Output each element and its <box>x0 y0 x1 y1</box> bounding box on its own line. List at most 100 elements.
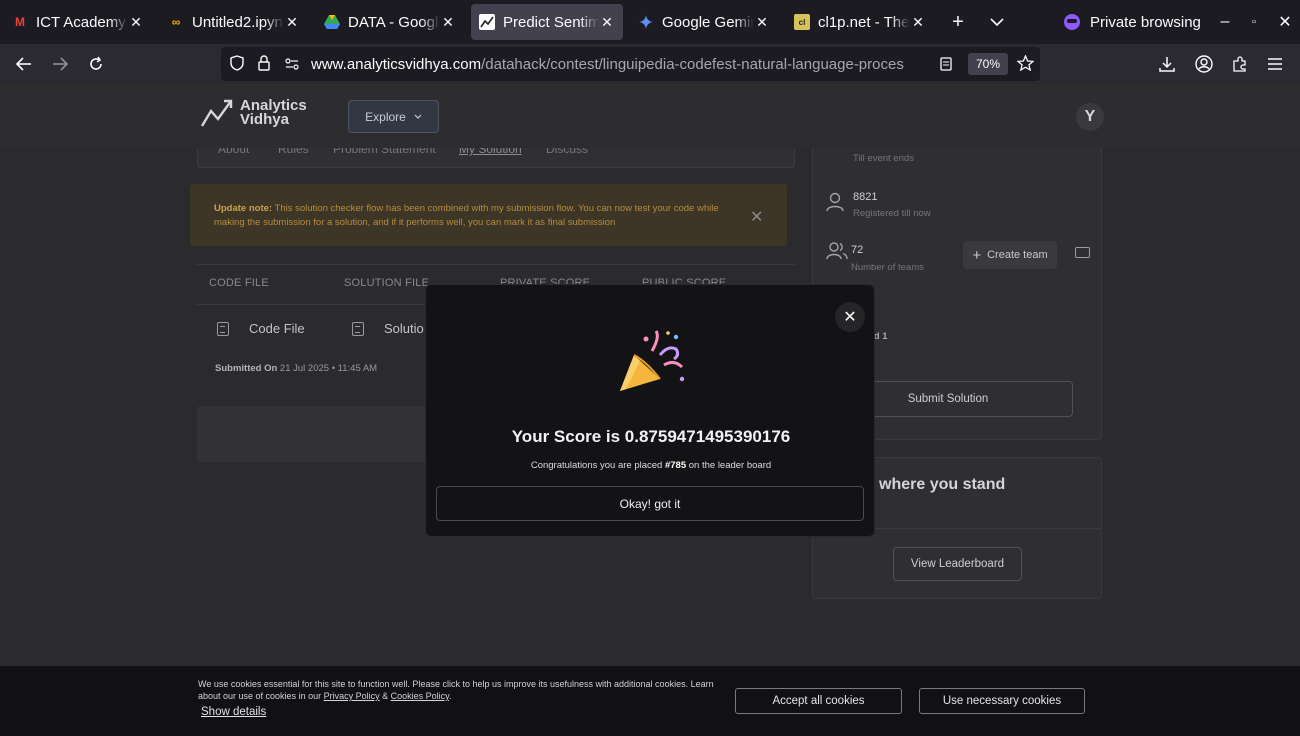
maximize-window-icon[interactable]: ▫ <box>1242 10 1266 34</box>
leaderboard-rank: #785 <box>664 460 687 471</box>
site-header: Analytics Vidhya Explore Y <box>0 84 1300 148</box>
browser-tab[interactable]: M ICT Academy of ✕ <box>4 4 152 40</box>
browser-tab-active[interactable]: Predict Sentime ✕ <box>471 4 623 40</box>
new-tab-plus-icon[interactable]: + <box>946 10 970 34</box>
web-page: About Rules Problem Statement My Solutio… <box>0 84 1300 736</box>
close-window-icon[interactable]: ✕ <box>1273 10 1297 34</box>
plus-icon: + <box>972 246 982 264</box>
user-avatar[interactable]: Y <box>1076 103 1104 131</box>
submitted-time: 11:45 AM <box>337 363 378 374</box>
tracking-shield-icon[interactable] <box>230 55 244 76</box>
document-icon <box>217 321 229 336</box>
view-leaderboard-button[interactable]: View Leaderboard <box>893 547 1022 581</box>
update-note-label: Update note: <box>214 203 273 214</box>
extensions-puzzle-icon[interactable] <box>1228 52 1252 76</box>
users-group-icon <box>825 242 849 262</box>
url-path: /datahack/contest/linguipedia-codefest-n… <box>481 56 904 73</box>
forward-arrow-icon[interactable] <box>48 52 72 76</box>
drive-icon <box>324 14 340 30</box>
tab-title: ICT Academy of <box>36 13 128 31</box>
close-tab-icon[interactable]: ✕ <box>910 14 926 31</box>
cookie-message: We use cookies essential for this site t… <box>198 678 718 702</box>
close-tab-icon[interactable]: ✕ <box>599 14 615 31</box>
browser-tab-bar: M ICT Academy of ✕ ∞ Untitled2.ipynb ✕ D… <box>0 0 1300 44</box>
browser-tab[interactable]: cl cl1p.net - The in ✕ <box>786 4 934 40</box>
browser-tab[interactable]: DATA - Google D ✕ <box>316 4 464 40</box>
cookies-policy-link[interactable]: Cookies Policy <box>391 691 449 701</box>
browser-tab[interactable]: Google Gemini ✕ <box>630 4 778 40</box>
teams-count: 72 <box>851 244 864 256</box>
browser-nav-bar: www.analyticsvidhya.com/datahack/contest… <box>0 44 1300 84</box>
tab-title: cl1p.net - The in <box>818 13 910 31</box>
private-browsing-label: Private browsing <box>1090 13 1201 31</box>
zoom-level-badge[interactable]: 70% <box>968 53 1008 75</box>
menu-hamburger-icon[interactable] <box>1263 52 1287 76</box>
create-team-button[interactable]: + Create team <box>963 241 1057 269</box>
lock-icon[interactable] <box>258 55 270 76</box>
permissions-icon[interactable] <box>285 57 299 75</box>
browser-tab[interactable]: ∞ Untitled2.ipynb ✕ <box>160 4 308 40</box>
cookie-banner: We use cookies essential for this site t… <box>0 666 1300 736</box>
gmail-icon: M <box>15 15 25 29</box>
private-browsing-indicator: Private browsing <box>1064 10 1201 34</box>
score-title: Your Score is 0.8759471495390176 <box>511 427 791 446</box>
close-tab-icon[interactable]: ✕ <box>128 14 144 31</box>
tab-title: Untitled2.ipynb <box>192 13 284 31</box>
explore-dropdown[interactable]: Explore <box>348 100 439 133</box>
dot-separator: • <box>331 363 336 374</box>
url-text[interactable]: www.analyticsvidhya.com/datahack/contest… <box>311 56 933 73</box>
code-file-label: Code File <box>249 321 305 336</box>
solution-file-link[interactable]: Solutio <box>352 321 424 336</box>
analytics-vidhya-logo[interactable]: Analytics Vidhya <box>200 98 307 128</box>
submitted-date: 21 Jul 2025 <box>279 363 330 374</box>
list-tabs-chevron-icon[interactable] <box>985 10 1009 34</box>
analytics-vidhya-icon <box>479 14 495 30</box>
mail-icon[interactable] <box>1075 247 1090 258</box>
header-solution-file: SOLUTION FILE <box>344 277 430 289</box>
privacy-policy-link[interactable]: Privacy Policy <box>324 691 380 701</box>
downloads-icon[interactable] <box>1155 52 1179 76</box>
solution-file-label: Solutio <box>384 321 424 336</box>
create-team-label: Create team <box>987 249 1048 261</box>
document-icon <box>352 321 364 336</box>
update-note-text: This solution checker flow has been comb… <box>214 203 719 228</box>
where-you-stand-title: where you stand <box>879 476 1006 493</box>
close-modal-icon[interactable]: ✕ <box>835 302 865 332</box>
show-details-link[interactable]: Show details <box>201 706 266 718</box>
divider <box>197 264 795 265</box>
bookmark-star-icon[interactable] <box>1016 54 1035 76</box>
event-ends-label: Till event ends <box>853 153 914 164</box>
party-popper-icon <box>620 330 685 391</box>
score-subtitle-suffix: on the leader board <box>686 460 772 471</box>
cookie-end: . <box>448 691 452 701</box>
close-tab-icon[interactable]: ✕ <box>754 14 770 31</box>
minimize-window-icon[interactable]: – <box>1213 10 1237 34</box>
gemini-icon <box>638 14 654 30</box>
tab-title: Predict Sentime <box>503 13 599 31</box>
registered-count: 8821 <box>853 191 878 203</box>
logo-chart-icon <box>200 99 233 127</box>
close-tab-icon[interactable]: ✕ <box>284 14 300 31</box>
user-icon <box>825 192 845 212</box>
chevron-down-icon <box>414 114 422 119</box>
explore-label: Explore <box>365 109 406 124</box>
close-tab-icon[interactable]: ✕ <box>440 14 456 31</box>
url-bar[interactable]: www.analyticsvidhya.com/datahack/contest… <box>221 47 1040 81</box>
cl1p-icon: cl <box>794 14 810 30</box>
okay-got-it-button[interactable]: Okay! got it <box>436 486 864 521</box>
cookie-amp: & <box>379 691 391 701</box>
tab-title: DATA - Google D <box>348 13 440 31</box>
reader-view-icon[interactable] <box>940 57 952 76</box>
url-host: www.analyticsvidhya.com <box>311 56 482 73</box>
score-modal: ✕ Your Score is 0.8759471495390176 Congr… <box>425 284 875 537</box>
update-note-banner: Update note: This solution checker flow … <box>190 184 787 246</box>
header-code-file: CODE FILE <box>209 277 269 289</box>
use-necessary-cookies-button[interactable]: Use necessary cookies <box>919 688 1085 714</box>
back-arrow-icon[interactable] <box>12 52 36 76</box>
accept-all-cookies-button[interactable]: Accept all cookies <box>735 688 902 714</box>
account-icon[interactable] <box>1192 52 1216 76</box>
code-file-link[interactable]: Code File <box>217 321 305 336</box>
close-note-icon[interactable]: ✕ <box>750 207 763 227</box>
reload-icon[interactable] <box>84 52 108 76</box>
submitted-on: Submitted On 21 Jul 2025 • 11:45 AM <box>215 363 377 374</box>
